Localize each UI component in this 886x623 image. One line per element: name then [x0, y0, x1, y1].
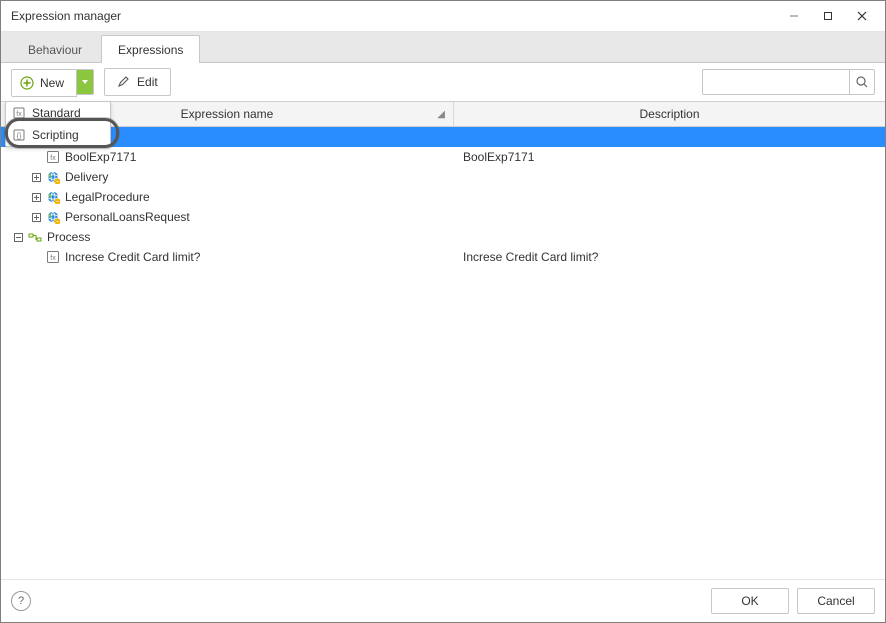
cell-name: PersonalLoansRequest	[1, 207, 453, 227]
tab-expressions[interactable]: Expressions	[101, 35, 200, 63]
tree-row[interactable]: PersonalLoansRequest	[1, 207, 885, 227]
grid-header: Expression name ◢ Description	[1, 101, 885, 127]
row-name-label: LegalProcedure	[65, 190, 150, 204]
column-header-description[interactable]: Description	[454, 102, 885, 126]
cell-name: Process	[1, 227, 453, 247]
row-name-label: PersonalLoansRequest	[65, 210, 190, 224]
row-name-label: Delivery	[65, 170, 108, 184]
tree-row[interactable]: Delivery	[1, 167, 885, 187]
cancel-button[interactable]: Cancel	[797, 588, 875, 614]
scripting-icon: {}	[12, 128, 26, 142]
search-box	[702, 69, 875, 95]
cell-name: Delivery	[1, 167, 453, 187]
edit-button-label: Edit	[137, 75, 158, 89]
expression-icon: fx	[45, 249, 61, 265]
edit-button[interactable]: Edit	[104, 68, 171, 96]
row-name-label: Process	[47, 230, 90, 244]
menu-item-standard[interactable]: fx Standard	[6, 102, 110, 124]
row-name-label: Increse Credit Card limit?	[65, 250, 200, 264]
search-icon[interactable]	[849, 70, 874, 94]
toolbar: New Edit fx Standard	[1, 63, 885, 101]
expand-toggle[interactable]	[29, 210, 43, 224]
tree-row[interactable]: LegalProcedure	[1, 187, 885, 207]
cell-name: fx Increse Credit Card limit?	[1, 247, 453, 267]
maximize-button[interactable]	[811, 5, 845, 27]
new-split-button: New	[11, 69, 94, 95]
window: Expression manager Behaviour Expressions…	[0, 0, 886, 623]
globe-folder-icon	[45, 209, 61, 225]
help-button[interactable]: ?	[11, 591, 31, 611]
svg-text:fx: fx	[50, 155, 56, 162]
new-dropdown-toggle[interactable]	[77, 69, 94, 95]
sort-indicator-icon: ◢	[437, 109, 445, 120]
tab-bar: Behaviour Expressions	[1, 32, 885, 63]
expression-icon: fx	[12, 106, 26, 120]
tree-row[interactable]: fx BoolExp7171 BoolExp7171	[1, 147, 885, 167]
tab-behaviour[interactable]: Behaviour	[11, 35, 99, 63]
process-icon	[27, 229, 43, 245]
ok-button[interactable]: OK	[711, 588, 789, 614]
new-dropdown-menu: fx Standard {} Scripting	[5, 101, 111, 147]
svg-text:fx: fx	[16, 111, 22, 118]
expand-toggle[interactable]	[29, 170, 43, 184]
svg-text:{}: {}	[17, 133, 22, 140]
expand-toggle[interactable]	[11, 230, 25, 244]
cell-name: LegalProcedure	[1, 187, 453, 207]
globe-folder-icon	[45, 189, 61, 205]
menu-item-scripting-label: Scripting	[32, 128, 79, 142]
close-button[interactable]	[845, 5, 879, 27]
tree-row[interactable]: fx Increse Credit Card limit? Increse Cred…	[1, 247, 885, 267]
svg-text:fx: fx	[50, 255, 56, 262]
expression-icon: fx	[45, 149, 61, 165]
new-button[interactable]: New	[11, 69, 77, 97]
title-bar: Expression manager	[1, 1, 885, 32]
menu-item-scripting[interactable]: {} Scripting	[6, 124, 110, 146]
globe-folder-icon	[45, 169, 61, 185]
tree-row[interactable]: Process	[1, 227, 885, 247]
minimize-button[interactable]	[777, 5, 811, 27]
footer: ? OK Cancel	[1, 579, 885, 622]
cell-description: Increse Credit Card limit?	[453, 250, 885, 264]
new-button-label: New	[40, 76, 64, 90]
expand-toggle[interactable]	[29, 190, 43, 204]
window-title: Expression manager	[11, 9, 777, 23]
search-input[interactable]	[703, 71, 849, 93]
grid-body[interactable]: fx BoolExp7171 BoolExp7171 Delivery LegalPro…	[1, 127, 885, 579]
cell-name: fx BoolExp7171	[1, 147, 453, 167]
menu-item-standard-label: Standard	[32, 106, 81, 120]
row-name-label: BoolExp7171	[65, 150, 136, 164]
cell-description: BoolExp7171	[453, 150, 885, 164]
tree-row[interactable]	[1, 127, 885, 147]
